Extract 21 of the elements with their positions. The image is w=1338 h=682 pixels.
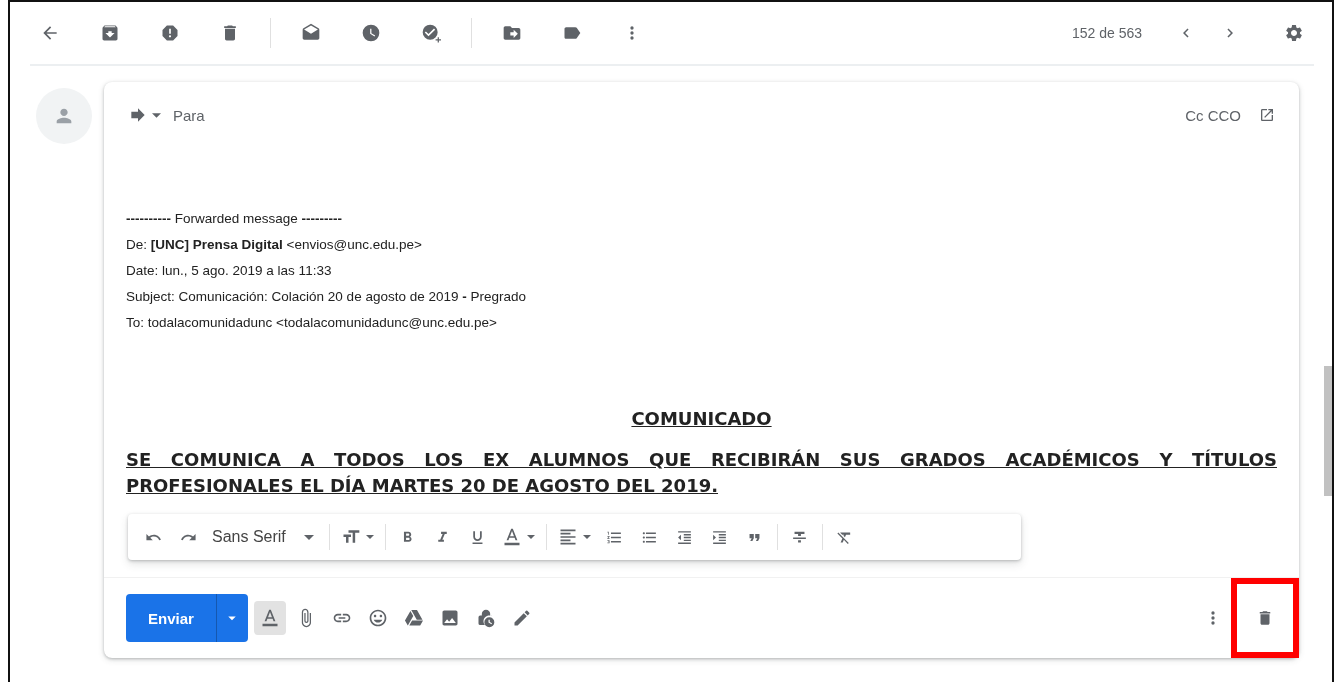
forwarded-header-line: De: [UNC] Prensa Digital <envios@unc.edu.pe> <box>126 236 423 254</box>
message-counter: 152 de 563 <box>1071 25 1142 41</box>
text-color-icon[interactable] <box>253 601 286 635</box>
announcement-title: COMUNICADO <box>630 408 773 429</box>
announcement-headline: SE COMUNICA A TODOS LOS EX ALUMNOS QUE RECIBIRÁN SUS GRADOS ACADÉMICOS Y TÍTULOS PROFESIONALES EL DÍA MARTES 20 DE AGOSTO DEL 2019. <box>126 448 1277 498</box>
scrollbar-thumb[interactable] <box>1324 366 1332 496</box>
recipient-field-label: Para <box>173 106 205 124</box>
caret-icon <box>582 535 591 539</box>
send-split-button[interactable]: Enviar <box>126 594 248 642</box>
caret-icon <box>152 112 161 118</box>
forwarded-header-line: Date: lun., 5 ago. 2019 a las 11:33 <box>126 262 333 280</box>
caret-icon <box>365 535 374 539</box>
font-dropdown[interactable]: Sans Serif <box>206 520 324 554</box>
forwarded-header-line: Subject: Comunicación: Colación 20 de agosto de 2019 - Pregrado <box>126 288 528 306</box>
caret-icon <box>303 534 314 540</box>
avatar-placeholder <box>36 88 92 144</box>
send-button[interactable]: Enviar <box>126 594 216 642</box>
caret-icon <box>526 535 535 539</box>
forwarded-header-line: ---------- Forwarded message --------- <box>126 210 343 228</box>
forwarded-header-line: To: todalacomunidadunc <todalacomunidadunc@unc.edu.pe> <box>126 314 498 332</box>
cc-bcc-link[interactable]: Cc CCO <box>1185 106 1241 124</box>
